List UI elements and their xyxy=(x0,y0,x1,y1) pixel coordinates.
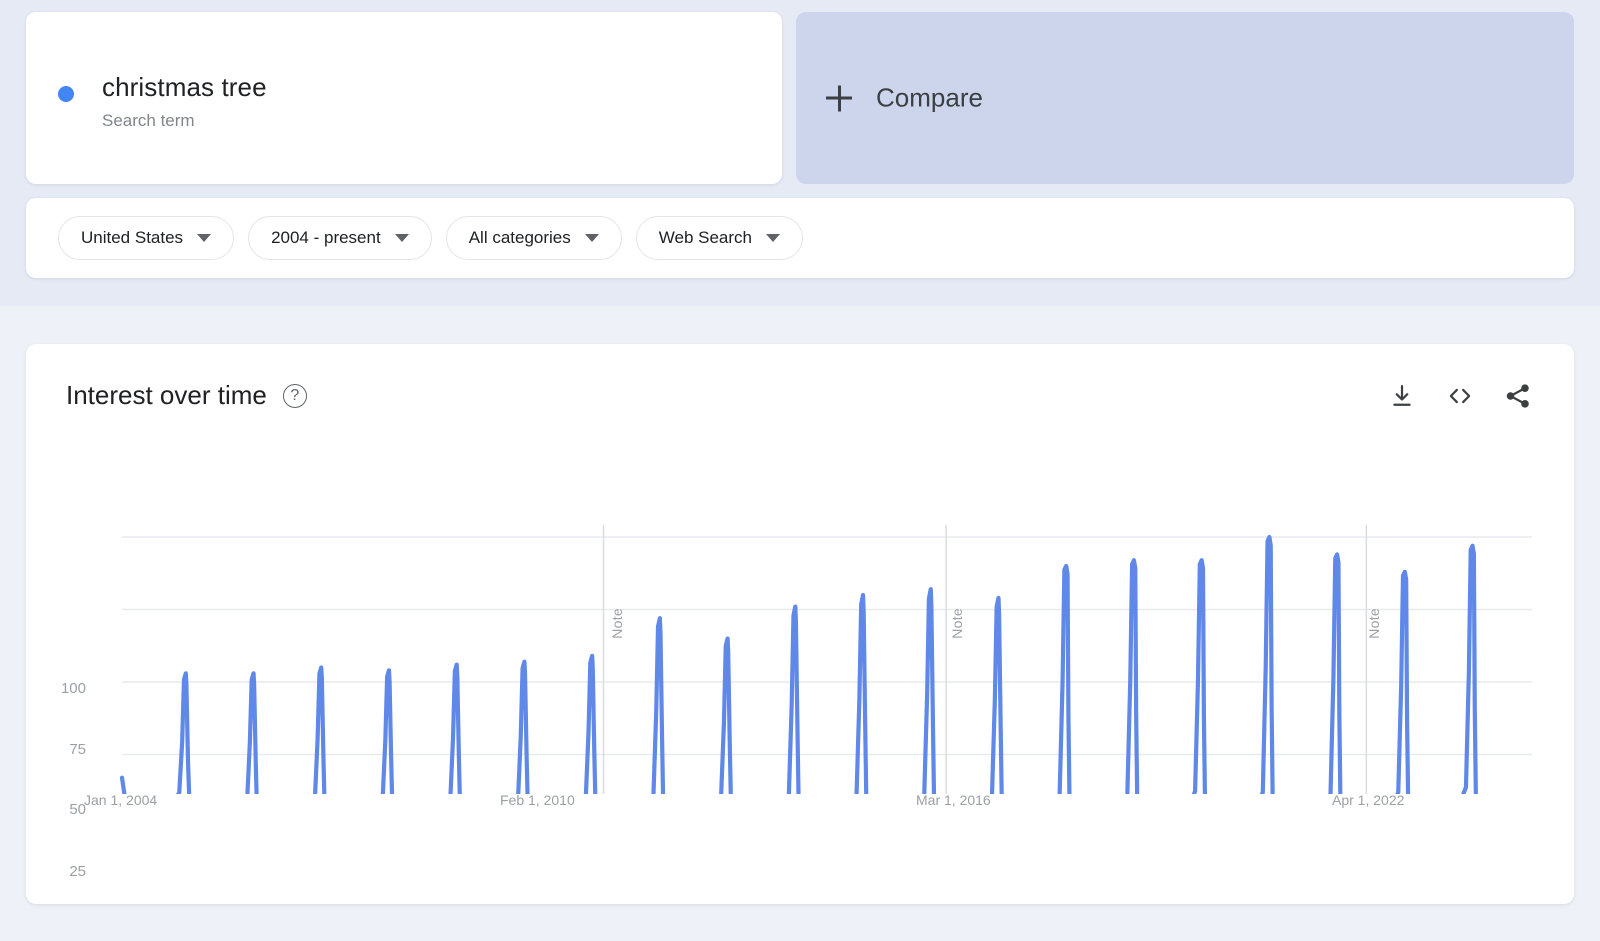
trend-line-path xyxy=(122,537,1532,794)
filter-search-type[interactable]: Web Search xyxy=(636,216,803,260)
note-annotation-3[interactable]: Note xyxy=(1366,608,1382,639)
filter-category-label: All categories xyxy=(469,228,571,248)
compare-button[interactable]: Compare xyxy=(796,12,1574,184)
help-circle-icon[interactable]: ? xyxy=(283,384,307,408)
chevron-down-icon xyxy=(766,234,780,242)
chevron-down-icon xyxy=(197,234,211,242)
compare-label: Compare xyxy=(876,83,983,114)
filter-location[interactable]: United States xyxy=(58,216,234,260)
interest-over-time-card: Interest over time ? xyxy=(26,344,1574,904)
chevron-down-icon xyxy=(395,234,409,242)
filter-bar: United States 2004 - present All categor… xyxy=(26,198,1574,278)
note-annotation-2[interactable]: Note xyxy=(949,608,965,639)
series-color-dot xyxy=(58,86,74,102)
y-tick-50: 50 xyxy=(40,801,86,818)
chevron-down-icon xyxy=(585,234,599,242)
download-icon[interactable] xyxy=(1388,382,1416,410)
y-tick-75: 75 xyxy=(40,741,86,758)
trends-line-chart[interactable] xyxy=(26,494,1574,794)
x-tick-1: Feb 1, 2010 xyxy=(500,792,575,808)
y-tick-25: 25 xyxy=(40,863,86,880)
share-icon[interactable] xyxy=(1504,382,1532,410)
search-term-row: christmas tree Search term Compare xyxy=(26,12,1574,184)
note-annotation-1[interactable]: Note xyxy=(609,608,625,639)
chart-action-bar xyxy=(1388,382,1532,410)
x-tick-2: Mar 1, 2016 xyxy=(916,792,991,808)
chart-header: Interest over time ? xyxy=(66,380,307,411)
embed-code-icon[interactable] xyxy=(1446,382,1474,410)
x-tick-0: Jan 1, 2004 xyxy=(84,792,157,808)
filter-time-range-label: 2004 - present xyxy=(271,228,381,248)
search-term-type: Search term xyxy=(102,111,195,131)
filter-search-type-label: Web Search xyxy=(659,228,752,248)
x-tick-3: Apr 1, 2022 xyxy=(1332,792,1404,808)
chart-gridlines xyxy=(122,537,1532,755)
search-term-card[interactable]: christmas tree Search term xyxy=(26,12,782,184)
plus-icon xyxy=(826,85,852,111)
filter-category[interactable]: All categories xyxy=(446,216,622,260)
chart-plot-area[interactable]: 100 75 50 25 Jan 1, 2004 Feb 1, 2010 Mar… xyxy=(26,494,1574,824)
chart-title: Interest over time xyxy=(66,380,267,411)
y-tick-100: 100 xyxy=(40,680,86,697)
filter-location-label: United States xyxy=(81,228,183,248)
filter-time-range[interactable]: 2004 - present xyxy=(248,216,432,260)
search-term-label: christmas tree xyxy=(102,72,267,103)
chart-note-lines xyxy=(604,525,1367,794)
